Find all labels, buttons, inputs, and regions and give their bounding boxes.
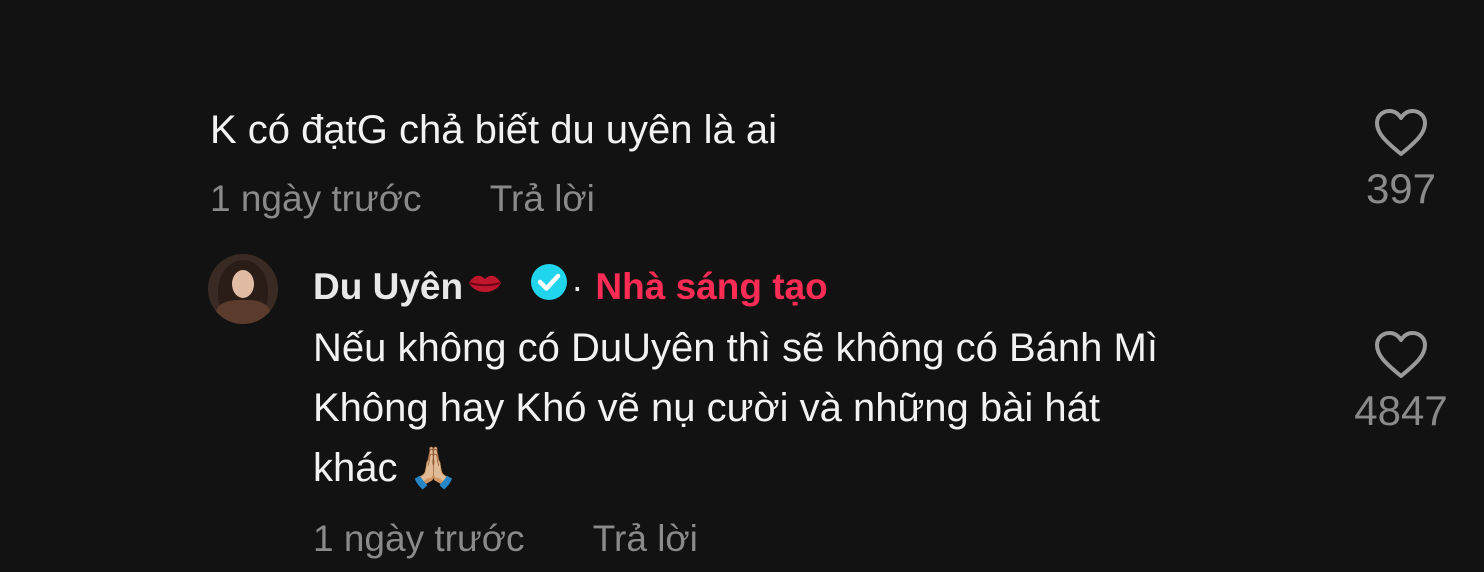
comment-2-text-line-1: Nếu không có DuUyên thì sẽ không có Bánh… (313, 326, 1158, 370)
heart-outline-icon (1375, 331, 1427, 378)
comment-2-text-line-2: Không hay Khó vẽ nụ cười và những bài há… (313, 386, 1100, 430)
heart-outline-icon (1375, 109, 1427, 156)
comment-2-like-button[interactable]: 4847 (1326, 330, 1476, 436)
comment-2-author-name[interactable]: Du Uyên (313, 266, 463, 308)
comment-2-text-line-3: khác 🙏🏼 (313, 446, 459, 490)
kiss-mark-icon (467, 266, 503, 308)
comment-2-meta: 1 ngày trước Trả lời (313, 518, 698, 560)
comment-1-text: K có đạtG chả biết du uyên là ai (210, 108, 778, 152)
comment-2-like-count: 4847 (1354, 387, 1448, 434)
comment-2-author-line: Du Uyên · Nhà sáng tạo (313, 262, 828, 311)
comment-2-reply-button[interactable]: Trả lời (593, 518, 698, 560)
comment-1-time: 1 ngày trước (210, 178, 422, 219)
comment-1-meta: 1 ngày trước Trả lời (210, 178, 595, 220)
verified-check-icon (529, 262, 569, 311)
avatar[interactable] (208, 254, 278, 324)
comment-1-like-button[interactable]: 397 (1326, 108, 1476, 214)
separator-dot: · (571, 265, 584, 307)
comment-1-like-count: 397 (1365, 165, 1437, 212)
comment-2-time: 1 ngày trước (313, 518, 525, 559)
creator-badge: Nhà sáng tạo (595, 265, 828, 307)
comment-1-reply-button[interactable]: Trả lời (490, 178, 595, 220)
